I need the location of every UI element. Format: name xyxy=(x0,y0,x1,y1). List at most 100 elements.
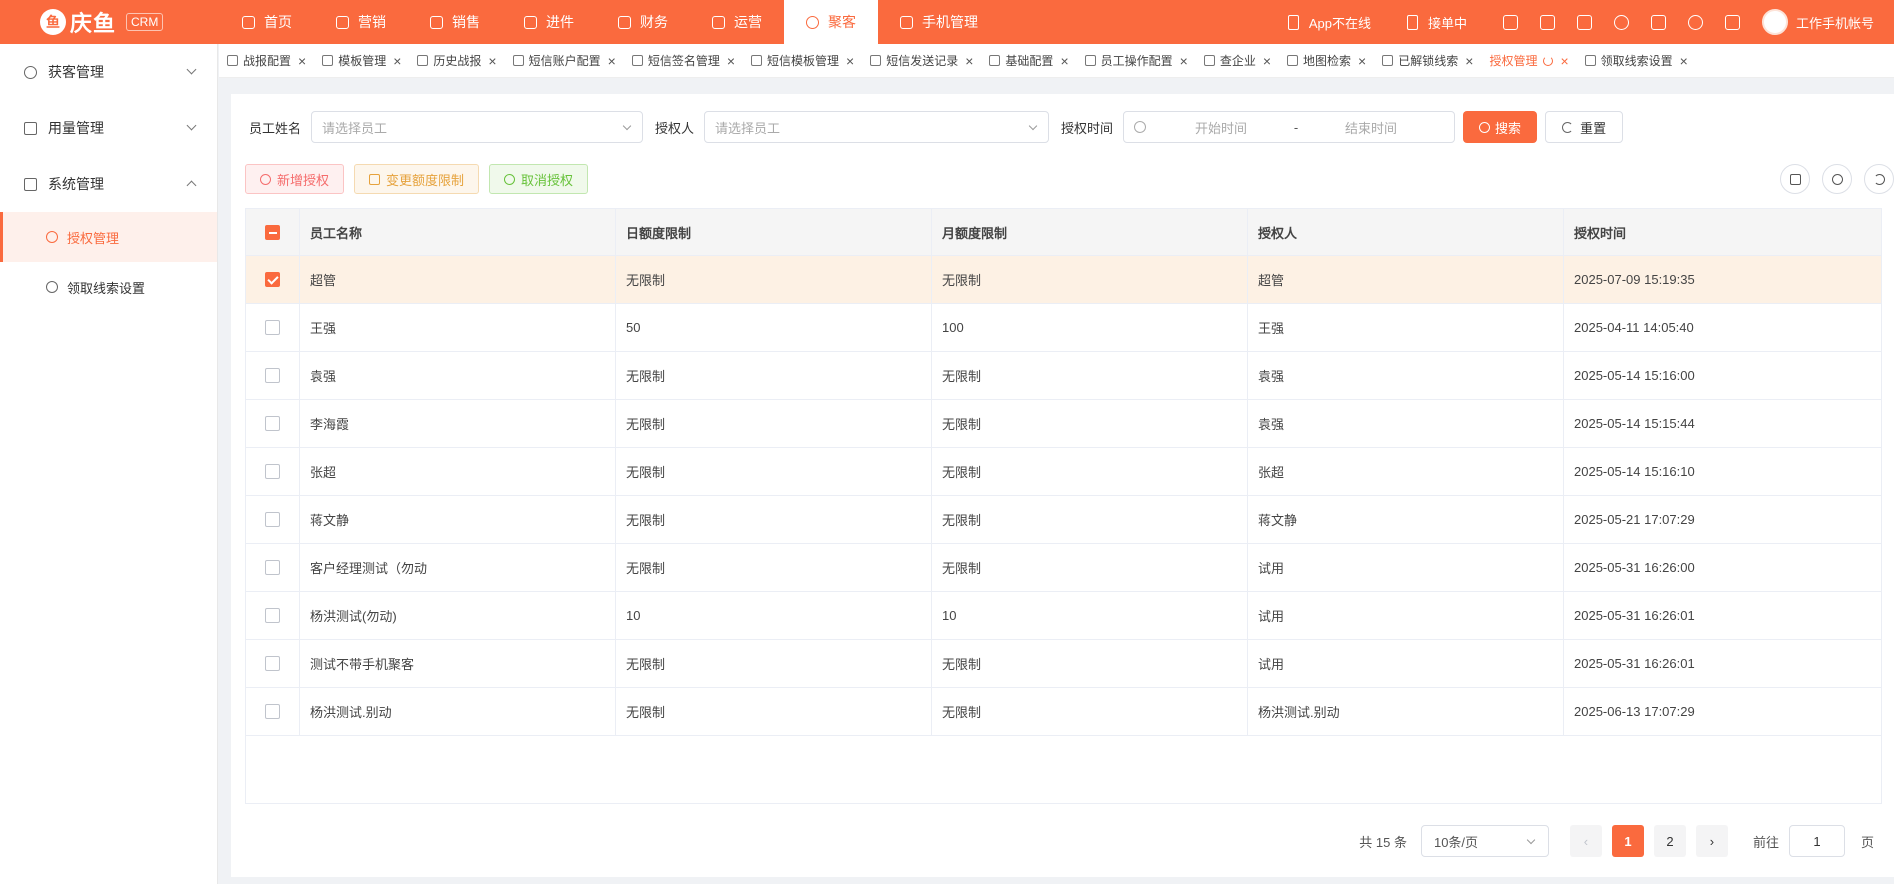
row-checkbox[interactable] xyxy=(265,512,280,527)
tab-6[interactable]: 短信发送记录 × xyxy=(862,44,981,77)
topnav-item-1[interactable]: 营销 xyxy=(314,0,408,44)
sidebar-group-system[interactable]: 系统管理 xyxy=(0,156,217,212)
sidebar-item-lead-settings[interactable]: 领取线索设置 xyxy=(0,262,217,312)
table-cell: 试用 xyxy=(1248,592,1564,639)
select-all-checkbox[interactable] xyxy=(265,224,280,240)
add-authorization-button[interactable]: 新增授权 xyxy=(245,164,345,194)
table-row[interactable]: 张超 无限制 无限制 张超 2025-05-14 15:16:10 xyxy=(246,448,1881,496)
employee-select[interactable]: 请选择员工 xyxy=(311,111,644,143)
close-icon[interactable]: × xyxy=(298,53,306,69)
row-checkbox[interactable] xyxy=(265,320,280,335)
close-icon[interactable]: × xyxy=(1060,53,1068,69)
close-icon[interactable]: × xyxy=(965,53,973,69)
row-checkbox[interactable] xyxy=(265,368,280,383)
topnav-item-7[interactable]: 手机管理 xyxy=(878,0,1000,44)
row-checkbox[interactable] xyxy=(265,272,280,287)
table-row[interactable]: 杨洪测试(勿动) 10 10 试用 2025-05-31 16:26:01 xyxy=(246,592,1881,640)
search-icon[interactable] xyxy=(1687,14,1703,30)
table-row[interactable]: 测试不带手机聚客 无限制 无限制 试用 2025-05-31 16:26:01 xyxy=(246,640,1881,688)
table-row[interactable]: 袁强 无限制 无限制 袁强 2025-05-14 15:16:00 xyxy=(246,352,1881,400)
tab-1[interactable]: 模板管理 × xyxy=(314,44,409,77)
bell-icon[interactable] xyxy=(1613,14,1629,30)
toggle-search-button[interactable] xyxy=(1822,164,1852,194)
app-status[interactable]: App不在线 xyxy=(1287,13,1371,32)
row-checkbox[interactable] xyxy=(265,704,280,719)
search-list-icon[interactable] xyxy=(1539,14,1555,30)
sidebar-group-acquisition[interactable]: 获客管理 xyxy=(0,44,217,100)
logo[interactable]: 鱼 庆鱼 CRM xyxy=(0,0,220,44)
close-icon[interactable]: × xyxy=(1465,53,1473,69)
goto-page-input[interactable]: 1 xyxy=(1788,825,1845,857)
tab-0[interactable]: 战报配置 × xyxy=(219,44,314,77)
tab-10[interactable]: 地图检索 × xyxy=(1279,44,1374,77)
close-icon[interactable]: × xyxy=(1358,53,1366,69)
close-icon[interactable]: × xyxy=(393,53,401,69)
end-time-input[interactable]: 结束时间 xyxy=(1306,118,1436,137)
refresh-table-button[interactable] xyxy=(1864,164,1894,194)
close-icon[interactable]: × xyxy=(608,53,616,69)
marketing-icon xyxy=(336,15,349,29)
cancel-authorization-button[interactable]: 取消授权 xyxy=(489,164,589,194)
page-2-button[interactable]: 2 xyxy=(1653,825,1686,857)
table-row[interactable]: 超管 无限制 无限制 超管 2025-07-09 15:19:35 xyxy=(246,256,1881,304)
topnav-item-6[interactable]: 聚客 xyxy=(784,0,878,44)
tab-3[interactable]: 短信账户配置 × xyxy=(505,44,624,77)
row-checkbox[interactable] xyxy=(265,608,280,623)
grantor-select[interactable]: 请选择员工 xyxy=(704,111,1050,143)
topnav-item-5[interactable]: 运营 xyxy=(690,0,784,44)
topnav-item-3[interactable]: 进件 xyxy=(502,0,596,44)
tab-4[interactable]: 短信签名管理 × xyxy=(624,44,743,77)
tab-8[interactable]: 员工操作配置 × xyxy=(1077,44,1196,77)
tab-9[interactable]: 查企业 × xyxy=(1196,44,1279,77)
tab-label: 员工操作配置 xyxy=(1100,54,1173,68)
fullscreen-icon[interactable] xyxy=(1650,14,1666,30)
user-name: 工作手机帐号 xyxy=(1795,15,1874,31)
tab-5[interactable]: 短信模板管理 × xyxy=(743,44,862,77)
refresh-icon[interactable] xyxy=(1543,55,1554,66)
send-icon[interactable] xyxy=(1724,14,1740,30)
sidebar-item-authorization[interactable]: 授权管理 xyxy=(0,212,217,262)
topnav-item-0[interactable]: 首页 xyxy=(220,0,314,44)
reset-button[interactable]: 重置 xyxy=(1545,111,1624,143)
close-icon[interactable]: × xyxy=(1180,53,1188,69)
user-menu[interactable]: 工作手机帐号 xyxy=(1761,9,1874,35)
close-icon[interactable]: × xyxy=(846,53,854,69)
row-checkbox[interactable] xyxy=(265,416,280,431)
tab-2[interactable]: 历史战报 × xyxy=(409,44,504,77)
table-row[interactable]: 蒋文静 无限制 无限制 蒋文静 2025-05-21 17:07:29 xyxy=(246,496,1881,544)
next-page-button[interactable]: › xyxy=(1695,825,1728,857)
column-settings-button[interactable] xyxy=(1780,164,1810,194)
table-row[interactable]: 王强 50 100 王强 2025-04-11 14:05:40 xyxy=(246,304,1881,352)
start-time-input[interactable]: 开始时间 xyxy=(1156,118,1286,137)
tab-7[interactable]: 基础配置 × xyxy=(981,44,1076,77)
sidebar-group-usage[interactable]: 用量管理 xyxy=(0,100,217,156)
tab-12[interactable]: 授权管理 × xyxy=(1481,44,1576,77)
row-checkbox[interactable] xyxy=(265,464,280,479)
total-count: 共 15 条 xyxy=(1359,834,1407,850)
page-size-select[interactable]: 10条/页 xyxy=(1420,825,1549,857)
search-button[interactable]: 搜索 xyxy=(1463,111,1538,143)
lock-icon[interactable] xyxy=(1502,14,1518,30)
row-checkbox[interactable] xyxy=(265,656,280,671)
shirt-icon[interactable] xyxy=(1576,14,1592,30)
tab-11[interactable]: 已解锁线索 × xyxy=(1374,44,1481,77)
topnav-item-4[interactable]: 财务 xyxy=(596,0,690,44)
close-icon[interactable]: × xyxy=(1680,53,1688,69)
topnav-item-2[interactable]: 销售 xyxy=(408,0,502,44)
prev-page-button[interactable]: ‹ xyxy=(1569,825,1602,857)
table-cell: 2025-05-31 16:26:00 xyxy=(1574,560,1695,575)
close-icon[interactable]: × xyxy=(1560,53,1568,69)
close-icon[interactable]: × xyxy=(727,53,735,69)
tab-13[interactable]: 领取线索设置 × xyxy=(1577,44,1696,77)
table-row[interactable]: 客户经理测试（勿动 无限制 无限制 试用 2025-05-31 16:26:00 xyxy=(246,544,1881,592)
change-quota-button[interactable]: 变更额度限制 xyxy=(354,164,480,194)
close-icon[interactable]: × xyxy=(1263,53,1271,69)
date-range-picker[interactable]: 开始时间 - 结束时间 xyxy=(1123,111,1456,143)
brand-name: 庆鱼 xyxy=(70,11,117,36)
row-checkbox[interactable] xyxy=(265,560,280,575)
table-row[interactable]: 李海霞 无限制 无限制 袁强 2025-05-14 15:15:44 xyxy=(246,400,1881,448)
page-1-button[interactable]: 1 xyxy=(1611,825,1644,857)
close-icon[interactable]: × xyxy=(488,53,496,69)
order-status[interactable]: 接单中 xyxy=(1406,13,1467,32)
table-row[interactable]: 杨洪测试.别动 无限制 无限制 杨洪测试.别动 2025-06-13 17:07:29 xyxy=(246,688,1881,736)
